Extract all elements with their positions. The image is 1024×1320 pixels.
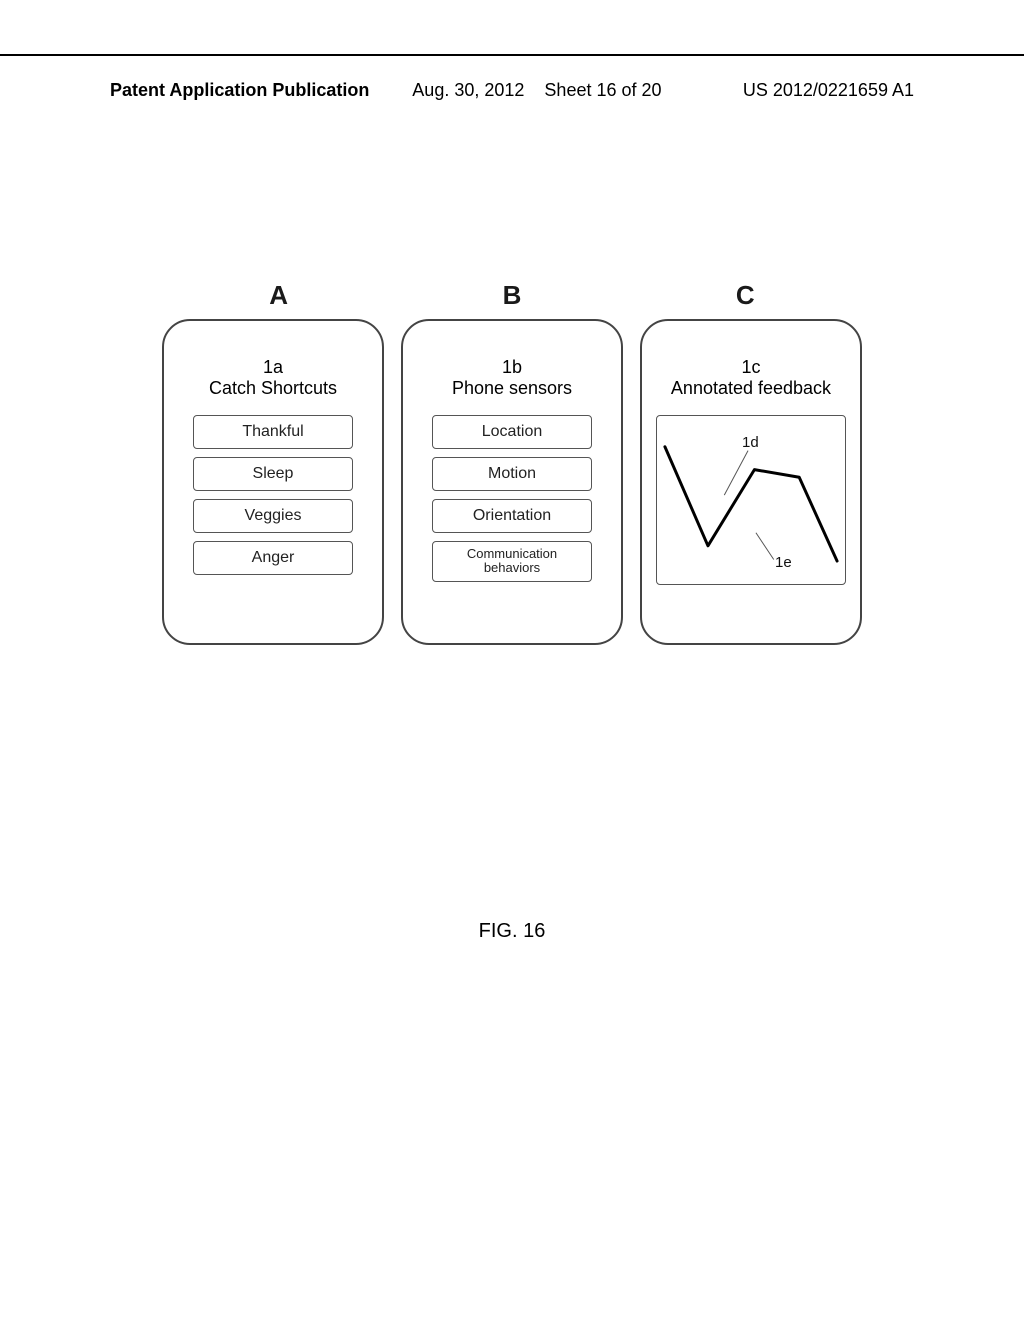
top-label-b: B bbox=[395, 280, 628, 311]
panel-a: 1a Catch Shortcuts Thankful Sleep Veggie… bbox=[162, 319, 384, 645]
panel-c-code: 1c bbox=[741, 357, 760, 378]
annotation-1e: 1e bbox=[775, 554, 792, 571]
sensor-motion: Motion bbox=[432, 457, 592, 491]
header-middle: Aug. 30, 2012 Sheet 16 of 20 bbox=[412, 80, 661, 101]
shortcut-anger: Anger bbox=[193, 541, 353, 575]
panel-b-title: Phone sensors bbox=[452, 378, 572, 399]
header-right: US 2012/0221659 A1 bbox=[743, 80, 914, 101]
annotation-1d: 1d bbox=[742, 434, 759, 451]
figure-16: A B C 1a Catch Shortcuts Thankful Sleep … bbox=[162, 280, 862, 645]
panel-a-code: 1a bbox=[263, 357, 283, 378]
shortcut-veggies: Veggies bbox=[193, 499, 353, 533]
top-label-a: A bbox=[162, 280, 395, 311]
shortcut-sleep: Sleep bbox=[193, 457, 353, 491]
sensor-communication: Communication behaviors bbox=[432, 541, 592, 582]
header-rule bbox=[0, 54, 1024, 56]
page-header: Patent Application Publication Aug. 30, … bbox=[0, 80, 1024, 101]
header-sheet: Sheet 16 of 20 bbox=[544, 80, 661, 100]
header-date: Aug. 30, 2012 bbox=[412, 80, 524, 100]
panel-a-title: Catch Shortcuts bbox=[209, 378, 337, 399]
header-left: Patent Application Publication bbox=[110, 80, 369, 100]
sensor-orientation: Orientation bbox=[432, 499, 592, 533]
panel-b: 1b Phone sensors Location Motion Orienta… bbox=[401, 319, 623, 645]
feedback-chart: 1d 1e bbox=[656, 415, 846, 585]
panel-b-code: 1b bbox=[502, 357, 522, 378]
sensor-location: Location bbox=[432, 415, 592, 449]
top-label-c: C bbox=[629, 280, 862, 311]
panel-c-title: Annotated feedback bbox=[671, 378, 831, 399]
panel-c: 1c Annotated feedback 1d 1e bbox=[640, 319, 862, 645]
panel-top-labels: A B C bbox=[162, 280, 862, 311]
figure-caption: FIG. 16 bbox=[0, 920, 1024, 943]
shortcut-thankful: Thankful bbox=[193, 415, 353, 449]
